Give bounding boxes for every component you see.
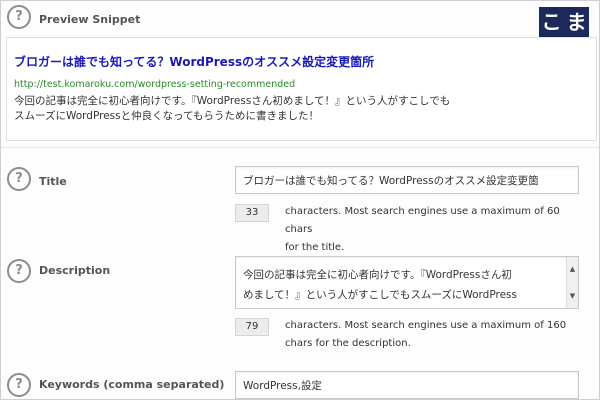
description-scrollbar[interactable]: ▲ ▼: [566, 257, 578, 308]
title-help-line: for the title.: [285, 242, 345, 253]
scroll-up-icon[interactable]: ▲: [567, 259, 578, 279]
title-input[interactable]: ブロガーは誰でも知ってる？WordPressのオススメ設定変更箇: [235, 166, 579, 194]
title-help-line: characters. Most search engines use a ma…: [285, 206, 560, 235]
title-label: Title: [39, 175, 67, 188]
title-char-counter: 33: [235, 204, 269, 222]
description-char-counter: 79: [235, 318, 269, 336]
snippet-url: http://test.komaroku.com/wordpress-setti…: [14, 79, 296, 90]
preview-snippet-heading: Preview Snippet: [39, 13, 141, 26]
logo-char: ま: [564, 7, 589, 34]
snippet-description: 今回の記事は完全に初心者向けです。『WordPressさん初めまして！』という人…: [14, 94, 554, 124]
description-help-text: characters. Most search engines use a ma…: [285, 317, 585, 353]
seo-meta-box: ? Preview Snippet こ ま ろ く ブロガーは誰でも知ってる？W…: [0, 0, 600, 400]
description-text-line: 今回の記事は完全に初心者向けです。『WordPressさん初: [243, 269, 512, 281]
section-divider: [1, 147, 599, 148]
description-help-line: chars for the description.: [285, 338, 411, 349]
title-help-icon[interactable]: ?: [7, 167, 31, 191]
scroll-down-icon[interactable]: ▼: [567, 286, 578, 306]
description-help-icon[interactable]: ?: [7, 259, 31, 283]
title-help-text: characters. Most search engines use a ma…: [285, 203, 585, 257]
help-icon[interactable]: ?: [7, 5, 31, 29]
snippet-title-link[interactable]: ブロガーは誰でも知ってる？WordPressのオススメ設定変更箇所: [14, 53, 374, 70]
description-text-line: めまして！』という人がすこしでもスムーズにWordPress: [243, 289, 517, 301]
keywords-label: Keywords (comma separated): [39, 378, 225, 391]
keywords-help-icon[interactable]: ?: [7, 373, 31, 397]
description-label: Description: [39, 264, 111, 277]
snippet-description-line: 今回の記事は完全に初心者向けです。『WordPressさん初めまして！』という人…: [14, 95, 451, 107]
keywords-input[interactable]: WordPress,設定: [235, 371, 579, 399]
description-help-line: characters. Most search engines use a ma…: [285, 320, 567, 331]
description-textarea[interactable]: 今回の記事は完全に初心者向けです。『WordPressさん初 めまして！』という…: [235, 256, 579, 309]
snippet-description-line: スムーズにWordPressと仲良くなってもらうために書きました！: [14, 110, 320, 122]
logo-char: こ: [539, 7, 564, 34]
